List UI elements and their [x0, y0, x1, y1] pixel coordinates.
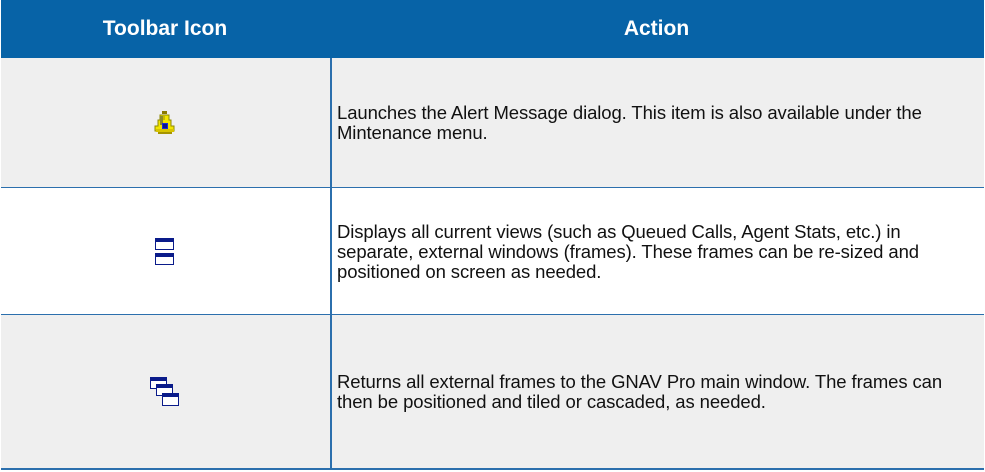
undock-frames-icon: [155, 237, 174, 265]
icon-cell: [1, 315, 329, 468]
icon-cell: [1, 188, 329, 315]
action-text: Returns all external frames to the GNAV …: [337, 370, 943, 412]
column-divider: [330, 58, 332, 470]
alert-bell-icon: [154, 111, 175, 134]
dock-frames-icon: [150, 376, 179, 406]
action-text: Launches the Alert Message dialog. This …: [337, 102, 922, 143]
table-row: Displays all current views (such as Queu…: [1, 188, 984, 315]
column-header-action: Action: [329, 0, 984, 58]
table-row: Launches the Alert Message dialog. This …: [1, 58, 984, 188]
toolbar-icon-table: Toolbar Icon Action Launches the Alert M…: [1, 0, 984, 470]
action-text: Displays all current views (such as Queu…: [337, 220, 919, 282]
table-bottom-rule: [1, 468, 984, 470]
icon-cell: [1, 58, 329, 188]
table-row: Returns all external frames to the GNAV …: [1, 315, 984, 468]
column-header-toolbar-icon: Toolbar Icon: [1, 0, 329, 58]
